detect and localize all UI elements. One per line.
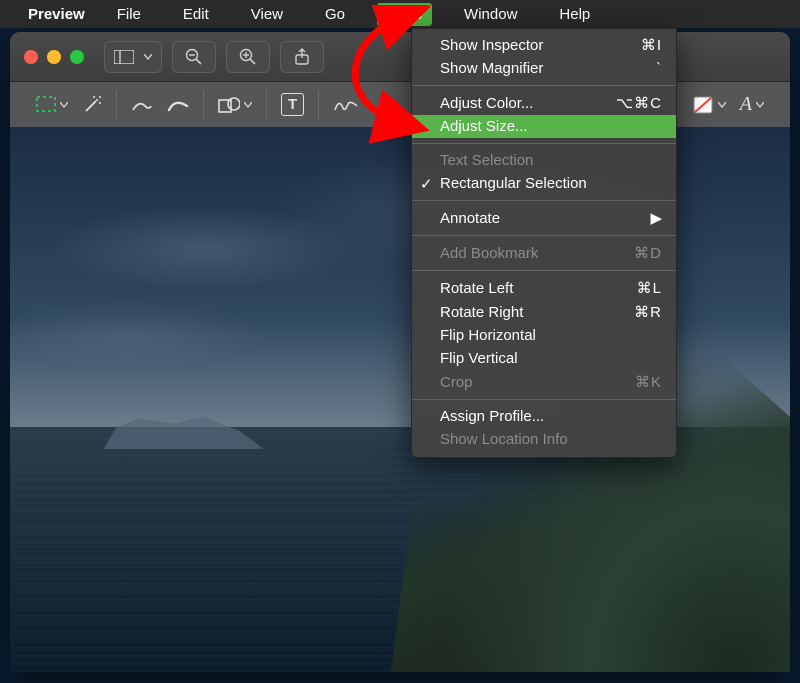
menu-item-label: Rectangular Selection bbox=[440, 175, 587, 192]
pencil-tip-icon bbox=[131, 96, 153, 114]
menu-item-label: Show Inspector bbox=[440, 37, 543, 54]
signature-icon bbox=[333, 96, 359, 114]
shortcut-label: ⌘K bbox=[615, 373, 662, 391]
share-button[interactable] bbox=[280, 41, 324, 73]
shapes-tool[interactable] bbox=[218, 96, 252, 114]
menu-separator bbox=[412, 235, 676, 236]
menu-item-label: Annotate bbox=[440, 210, 500, 227]
window-minimize-button[interactable] bbox=[47, 50, 61, 64]
sidebar-view-button[interactable] bbox=[104, 41, 162, 73]
menu-item-rotate-left[interactable]: Rotate Left ⌘L bbox=[412, 276, 676, 300]
menu-item-rect-selection[interactable]: ✓ Rectangular Selection bbox=[412, 172, 676, 195]
window-traffic-lights bbox=[24, 50, 84, 64]
chevron-down-icon bbox=[144, 54, 152, 60]
chevron-down-icon bbox=[60, 102, 68, 108]
submenu-arrow-icon: ▶ bbox=[650, 209, 662, 227]
menu-item-flip-vertical[interactable]: Flip Vertical bbox=[412, 347, 676, 370]
zoom-in-icon bbox=[239, 48, 257, 66]
instant-alpha-tool[interactable] bbox=[82, 95, 102, 115]
menu-item-rotate-right[interactable]: Rotate Right ⌘R bbox=[412, 300, 676, 324]
shortcut-label: ` bbox=[636, 60, 662, 77]
menu-item-add-bookmark: Add Bookmark ⌘D bbox=[412, 241, 676, 265]
menu-item-adjust-color[interactable]: Adjust Color... ⌥⌘C bbox=[412, 91, 676, 115]
menu-item-label: Flip Horizontal bbox=[440, 327, 536, 344]
menu-item-label: Assign Profile... bbox=[440, 408, 544, 425]
menu-go[interactable]: Go bbox=[315, 3, 355, 26]
sketch-tool[interactable] bbox=[131, 96, 153, 114]
menu-separator bbox=[412, 200, 676, 201]
menu-item-label: Adjust Color... bbox=[440, 95, 533, 112]
chevron-down-icon bbox=[756, 102, 764, 108]
menu-item-assign-profile[interactable]: Assign Profile... bbox=[412, 405, 676, 428]
sign-tool[interactable] bbox=[333, 96, 371, 114]
window-close-button[interactable] bbox=[24, 50, 38, 64]
menu-item-flip-horizontal[interactable]: Flip Horizontal bbox=[412, 324, 676, 347]
menu-tools[interactable]: Tools bbox=[377, 3, 432, 26]
shortcut-label: ⌥⌘C bbox=[596, 94, 662, 112]
shortcut-label: ⌘D bbox=[614, 244, 662, 262]
tools-menu-dropdown: Show Inspector ⌘I Show Magnifier ` Adjus… bbox=[411, 28, 677, 458]
menu-separator bbox=[412, 143, 676, 144]
menu-file[interactable]: File bbox=[107, 3, 151, 26]
window-zoom-button[interactable] bbox=[70, 50, 84, 64]
menu-item-adjust-size[interactable]: Adjust Size... bbox=[412, 115, 676, 138]
share-icon bbox=[294, 48, 310, 66]
menu-view[interactable]: View bbox=[241, 3, 293, 26]
menu-item-text-selection: Text Selection bbox=[412, 149, 676, 172]
menu-item-show-location-info: Show Location Info bbox=[412, 428, 676, 451]
menu-item-label: Add Bookmark bbox=[440, 245, 538, 262]
zoom-in-button[interactable] bbox=[226, 41, 270, 73]
menubar-app-name[interactable]: Preview bbox=[28, 6, 85, 23]
chevron-down-icon bbox=[363, 102, 371, 108]
system-menubar: Preview File Edit View Go Tools Window H… bbox=[0, 0, 800, 28]
menu-separator bbox=[412, 270, 676, 271]
no-fill-icon bbox=[692, 95, 714, 115]
shortcut-label: ⌘L bbox=[617, 279, 662, 297]
menu-separator bbox=[412, 85, 676, 86]
menu-item-annotate[interactable]: Annotate ▶ bbox=[412, 206, 676, 230]
zoom-out-icon bbox=[185, 48, 203, 66]
menu-item-label: Show Location Info bbox=[440, 431, 568, 448]
border-color-tool[interactable] bbox=[692, 95, 726, 115]
text-style-tool[interactable]: A bbox=[740, 93, 764, 116]
draw-tool[interactable] bbox=[167, 96, 189, 114]
shapes-icon bbox=[218, 96, 240, 114]
menu-edit[interactable]: Edit bbox=[173, 3, 219, 26]
chevron-down-icon bbox=[718, 102, 726, 108]
menu-item-label: Crop bbox=[440, 374, 473, 391]
menu-item-label: Rotate Left bbox=[440, 280, 513, 297]
sidebar-icon bbox=[114, 50, 134, 64]
text-tool[interactable]: T bbox=[281, 93, 304, 116]
menu-help[interactable]: Help bbox=[549, 3, 600, 26]
magic-wand-icon bbox=[82, 95, 102, 115]
menu-window[interactable]: Window bbox=[454, 3, 527, 26]
menu-item-label: Flip Vertical bbox=[440, 350, 518, 367]
checkmark-icon: ✓ bbox=[420, 175, 433, 193]
brush-icon bbox=[167, 96, 189, 114]
shortcut-label: ⌘R bbox=[614, 303, 662, 321]
menu-item-show-magnifier[interactable]: Show Magnifier ` bbox=[412, 57, 676, 80]
zoom-out-button[interactable] bbox=[172, 41, 216, 73]
rect-select-tool[interactable] bbox=[36, 96, 68, 114]
shortcut-label: ⌘I bbox=[621, 36, 662, 54]
chevron-down-icon bbox=[244, 102, 252, 108]
menu-item-label: Show Magnifier bbox=[440, 60, 543, 77]
menu-item-crop: Crop ⌘K bbox=[412, 370, 676, 394]
selection-icon bbox=[36, 96, 56, 114]
menu-separator bbox=[412, 399, 676, 400]
menu-item-label: Rotate Right bbox=[440, 304, 523, 321]
menu-item-show-inspector[interactable]: Show Inspector ⌘I bbox=[412, 33, 676, 57]
menu-item-label: Text Selection bbox=[440, 152, 533, 169]
menu-item-label: Adjust Size... bbox=[440, 118, 528, 135]
